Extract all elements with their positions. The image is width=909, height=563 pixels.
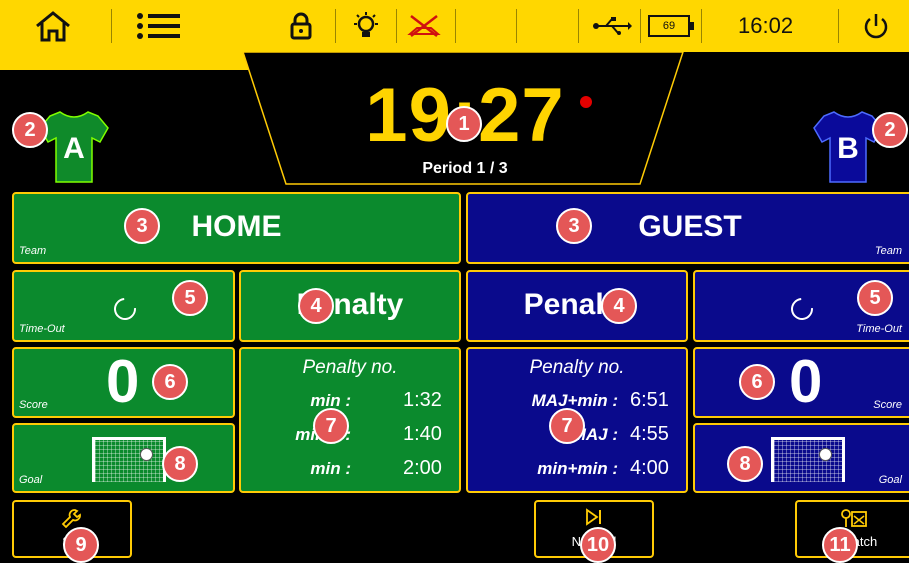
goal-label: Goal (19, 474, 43, 486)
team-label: Team (19, 245, 47, 257)
battery-level: 69 (662, 20, 676, 32)
timeout-label: Time-Out (856, 323, 902, 335)
penalty-time: 1:32 (403, 389, 442, 411)
horn-muted-icon[interactable] (406, 10, 442, 42)
ball-icon (819, 448, 832, 461)
callout-badge: 3 (556, 208, 592, 244)
callout-badge: 9 (63, 527, 99, 563)
penalty-time: 4:55 (630, 423, 669, 445)
home-score-panel[interactable]: 0 Score (12, 347, 235, 418)
guest-penalty-button[interactable]: Penalty (466, 270, 688, 342)
penalty-type: MAJ+min : (531, 391, 618, 410)
callout-badge: 7 (313, 408, 349, 444)
home-team-name: HOME (191, 210, 282, 243)
divider (396, 9, 397, 43)
timeout-label: Time-Out (19, 323, 65, 335)
timeout-spinner-icon (786, 293, 818, 325)
battery-icon: 69 (646, 10, 694, 42)
divider (111, 9, 112, 43)
power-icon[interactable] (856, 10, 896, 42)
guest-score-panel[interactable]: 0 Score (693, 347, 909, 418)
callout-badge: 8 (162, 446, 198, 482)
score-label: Score (873, 399, 902, 411)
callout-badge: 5 (857, 280, 893, 316)
guest-team-name: GUEST (638, 210, 742, 243)
divider (455, 9, 456, 43)
penalty-type: min : (310, 459, 351, 478)
callout-badge: 3 (124, 208, 160, 244)
callout-badge: 7 (549, 408, 585, 444)
callout-badge: 10 (580, 527, 616, 563)
divider (640, 9, 641, 43)
bulb-icon[interactable] (348, 10, 384, 42)
timeout-spinner-icon (109, 293, 141, 325)
penalty-no-label: Penalty no. (529, 357, 625, 378)
callout-badge: 6 (152, 364, 188, 400)
divider (838, 9, 839, 43)
period-indicator[interactable]: Period 1 / 3 (380, 160, 550, 178)
callout-badge: 2 (12, 112, 48, 148)
callout-badge: 4 (601, 288, 637, 324)
match-board-icon (797, 508, 909, 533)
callout-badge: 8 (727, 446, 763, 482)
callout-badge: 1 (446, 106, 482, 142)
divider (516, 9, 517, 43)
callout-badge: 2 (872, 112, 908, 148)
ball-icon (140, 448, 153, 461)
penalty-title: Penalty (523, 288, 631, 321)
callout-badge: 11 (822, 527, 858, 563)
home-penalty-button[interactable]: Penalty (239, 270, 461, 342)
goal-icon (92, 437, 166, 482)
callout-badge: 6 (739, 364, 775, 400)
goal-label: Goal (878, 474, 902, 486)
guest-score: 0 (789, 348, 823, 415)
home-goal-button[interactable]: Goal (12, 423, 235, 493)
guest-jersey[interactable]: B (812, 108, 884, 184)
penalty-type: min+min : (537, 459, 618, 478)
penalty-title: Penalty (296, 288, 404, 321)
clock-running-indicator (580, 96, 592, 108)
guest-team-name-panel[interactable]: GUEST Team (466, 192, 909, 264)
home-jersey[interactable]: A (38, 108, 110, 184)
home-score: 0 (106, 348, 140, 415)
divider (335, 9, 336, 43)
usb-icon (590, 10, 634, 42)
penalty-time: 4:00 (630, 457, 669, 479)
home-icon[interactable] (30, 10, 76, 42)
home-team-name-panel[interactable]: HOME Team (12, 192, 461, 264)
callout-badge: 4 (298, 288, 334, 324)
guest-goal-button[interactable]: Goal (693, 423, 909, 493)
penalty-time: 2:00 (403, 457, 442, 479)
team-label: Team (874, 245, 902, 257)
divider (578, 9, 579, 43)
goal-icon (771, 437, 845, 482)
home-penalty-list[interactable]: Penalty no. min : 1:32 min T : 1:40 min … (239, 347, 461, 493)
clock-time: 16:02 (738, 13, 794, 38)
jersey-letter: A (63, 132, 85, 165)
callout-badge: 5 (172, 280, 208, 316)
score-label: Score (19, 399, 48, 411)
divider (701, 9, 702, 43)
penalty-time: 6:51 (630, 389, 669, 411)
penalty-type: min : (310, 391, 351, 410)
penalty-time: 1:40 (403, 423, 442, 445)
lock-icon[interactable] (286, 10, 316, 42)
menu-icon[interactable] (134, 10, 184, 42)
penalty-no-label: Penalty no. (302, 357, 398, 378)
